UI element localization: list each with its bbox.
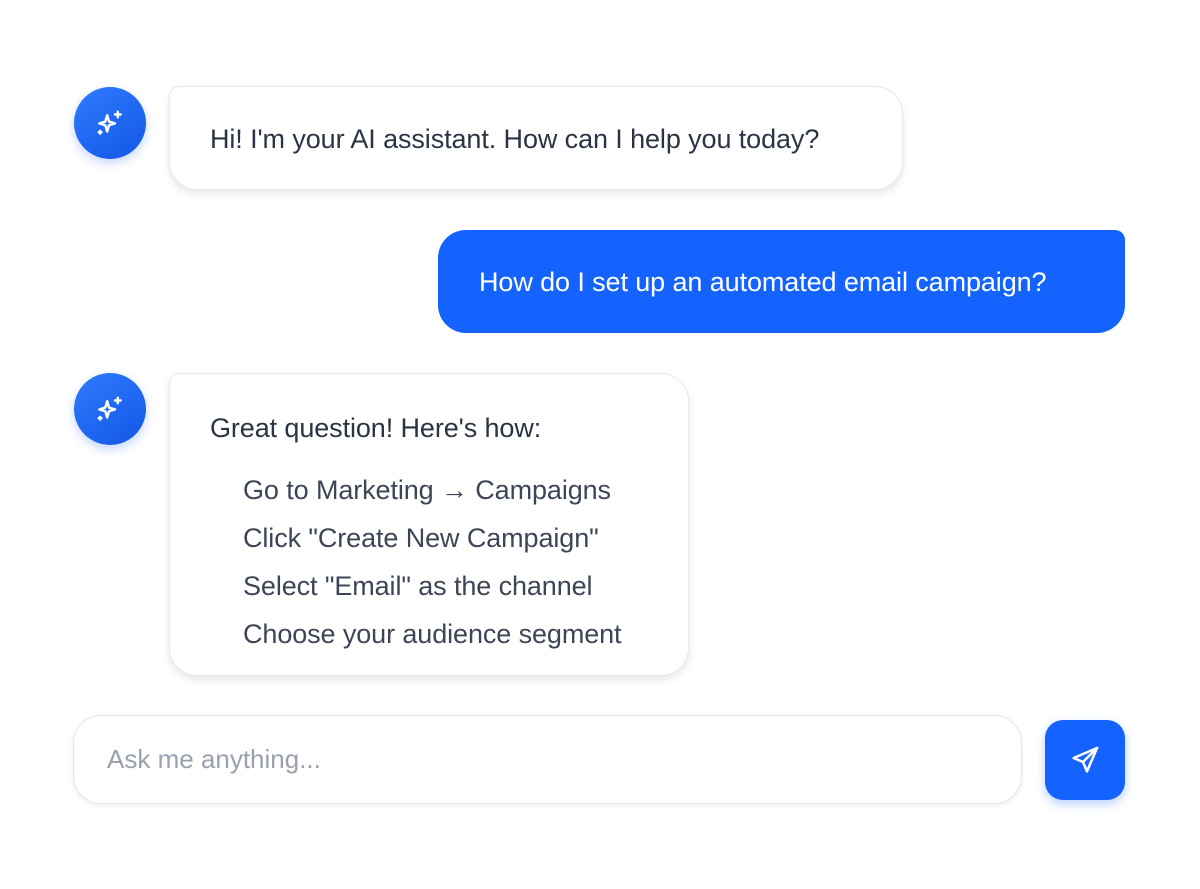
message-text: Hi! I'm your AI assistant. How can I hel… (210, 124, 820, 154)
assistant-avatar (74, 373, 146, 445)
send-button[interactable] (1045, 720, 1125, 800)
step-item: Go to Marketing → Campaigns (243, 475, 611, 505)
message-composer (73, 715, 1022, 804)
step-item: Click "Create New Campaign" (243, 523, 599, 553)
steps-list: Go to Marketing → Campaigns Click "Creat… (210, 466, 688, 658)
assistant-avatar (74, 87, 146, 159)
message-text: Great question! Here's how: (210, 413, 542, 443)
chat-window: Hi! I'm your AI assistant. How can I hel… (0, 0, 1200, 889)
assistant-message: Great question! Here's how: Go to Market… (169, 373, 689, 676)
step-item: Choose your audience segment (243, 619, 622, 649)
sparkle-icon (97, 110, 122, 135)
message-input[interactable] (74, 716, 1021, 803)
message-text: How do I set up an automated email campa… (479, 267, 1047, 297)
step-item: Select "Email" as the channel (243, 571, 593, 601)
user-message: How do I set up an automated email campa… (438, 230, 1125, 333)
sparkle-icon (97, 396, 122, 421)
send-icon (1072, 746, 1099, 773)
assistant-message: Hi! I'm your AI assistant. How can I hel… (169, 86, 903, 190)
